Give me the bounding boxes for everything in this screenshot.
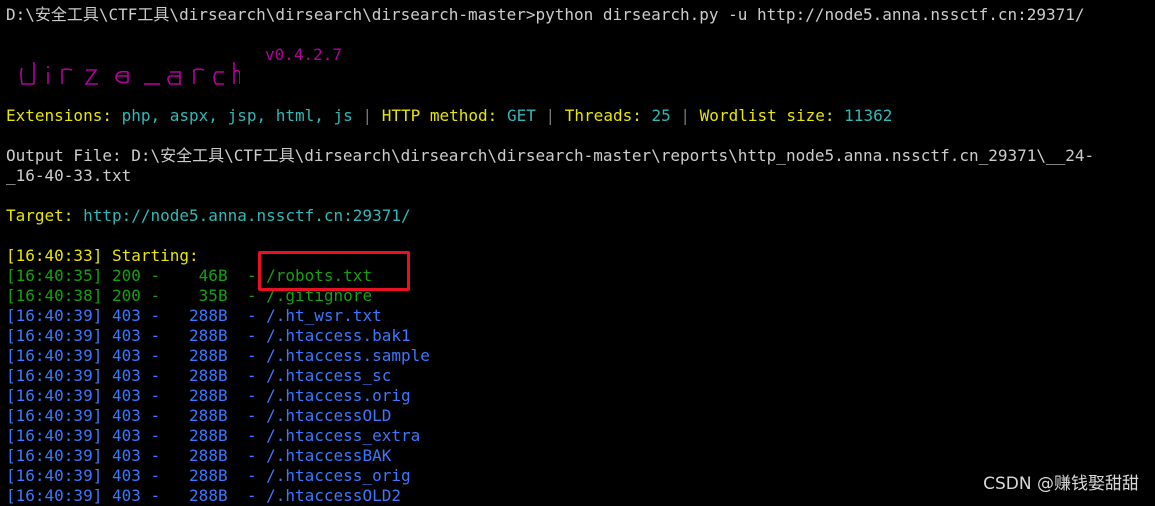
result-status: 403	[111, 486, 141, 505]
result-path: /.htaccess.bak1	[266, 326, 411, 345]
http-method-label: HTTP method:	[381, 106, 498, 125]
result-path: /.htaccessBAK	[266, 446, 392, 465]
terminal-window[interactable]: D:\安全工具\CTF工具\dirsearch\dirsearch\dirsea…	[0, 0, 1155, 505]
threads-label: Threads:	[564, 106, 642, 125]
result-size: 288B	[189, 346, 228, 365]
result-time: [16:40:39]	[6, 386, 103, 405]
result-time: [16:40:39]	[6, 366, 103, 385]
result-status: 403	[111, 446, 141, 465]
result-row: [16:40:39] 403 - 288B - /.htaccess.orig	[6, 386, 411, 405]
robots-txt-highlight-box	[258, 251, 410, 291]
result-size: 46B	[198, 266, 228, 285]
extensions-label: Extensions:	[6, 106, 112, 125]
result-path: /.htaccess_sc	[266, 366, 392, 385]
dirsearch-logo	[20, 62, 240, 85]
result-size: 288B	[189, 366, 228, 385]
result-row: [16:40:39] 403 - 288B - /.htaccessBAK	[6, 446, 392, 465]
version-label: v0.4.2.7	[265, 45, 343, 64]
result-time: [16:40:35]	[6, 266, 103, 285]
separator: |	[680, 106, 691, 125]
target-url: http://node5.anna.nssctf.cn:29371/	[83, 206, 411, 225]
result-status: 403	[111, 406, 141, 425]
result-status: 403	[111, 346, 141, 365]
result-time: [16:40:39]	[6, 446, 103, 465]
extensions-value: php, aspx, jsp, html, js	[121, 106, 353, 125]
result-status: 403	[111, 306, 141, 325]
starting-time: [16:40:33]	[6, 246, 103, 265]
result-status: 403	[111, 426, 141, 445]
result-size: 288B	[189, 326, 228, 345]
result-size: 288B	[189, 486, 228, 505]
wordlist-label: Wordlist size:	[699, 106, 835, 125]
result-size: 288B	[189, 466, 228, 485]
result-time: [16:40:39]	[6, 306, 103, 325]
result-time: [16:40:39]	[6, 346, 103, 365]
csdn-watermark: CSDN @赚钱娶甜甜	[983, 474, 1139, 494]
result-path: /.htaccess_orig	[266, 466, 411, 485]
output-file-line: Output File: D:\安全工具\CTF工具\dirsearch\dir…	[6, 146, 1094, 166]
result-row: [16:40:39] 403 - 288B - /.ht_wsr.txt	[6, 306, 382, 325]
result-row: [16:40:39] 403 - 288B - /.htaccess_sc	[6, 366, 392, 385]
starting-line: [16:40:33] Starting:	[6, 246, 199, 266]
output-file-path-continued: _16-40-33.txt	[6, 166, 132, 185]
wordlist-value: 11362	[844, 106, 893, 125]
result-size: 288B	[189, 426, 228, 445]
result-status: 200	[111, 286, 141, 305]
threads-value: 25	[651, 106, 671, 125]
result-row: [16:40:39] 403 - 288B - /.htaccess.bak1	[6, 326, 411, 345]
result-size: 288B	[189, 406, 228, 425]
output-file-path: D:\安全工具\CTF工具\dirsearch\dirsearch\dirsea…	[131, 146, 1095, 165]
result-path: /.htaccessOLD	[266, 406, 392, 425]
result-row: [16:40:39] 403 - 288B - /.htaccess_extra	[6, 426, 421, 445]
result-time: [16:40:39]	[6, 326, 103, 345]
result-row: [16:40:39] 403 - 288B - /.htaccessOLD	[6, 406, 392, 425]
result-path: /.htaccessOLD2	[266, 486, 401, 505]
result-status: 403	[111, 466, 141, 485]
target-label: Target:	[6, 206, 74, 225]
result-path: /.ht_wsr.txt	[266, 306, 382, 325]
command-prompt-line: D:\安全工具\CTF工具\dirsearch\dirsearch\dirsea…	[6, 5, 1085, 24]
output-file-label: Output File:	[6, 146, 122, 165]
result-row: [16:40:39] 403 - 288B - /.htaccessOLD2	[6, 486, 401, 505]
result-time: [16:40:39]	[6, 466, 103, 485]
http-method-value: GET	[506, 106, 536, 125]
result-path: /.htaccess_extra	[266, 426, 421, 445]
result-status: 200	[111, 266, 141, 285]
result-status: 403	[111, 326, 141, 345]
result-path: /.htaccess.sample	[266, 346, 430, 365]
result-time: [16:40:39]	[6, 486, 103, 505]
starting-text: Starting:	[111, 246, 199, 265]
result-time: [16:40:39]	[6, 426, 103, 445]
result-time: [16:40:39]	[6, 406, 103, 425]
config-line: Extensions: php, aspx, jsp, html, js | H…	[6, 106, 892, 126]
result-status: 403	[111, 386, 141, 405]
separator: |	[362, 106, 373, 125]
result-status: 403	[111, 366, 141, 385]
result-row: [16:40:39] 403 - 288B - /.htaccess.sampl…	[6, 346, 430, 365]
result-size: 35B	[198, 286, 228, 305]
target-line: Target: http://node5.anna.nssctf.cn:2937…	[6, 206, 411, 226]
separator: |	[545, 106, 556, 125]
result-row: [16:40:39] 403 - 288B - /.htaccess_orig	[6, 466, 411, 485]
result-size: 288B	[189, 386, 228, 405]
result-time: [16:40:38]	[6, 286, 103, 305]
result-size: 288B	[189, 446, 228, 465]
result-path: /.htaccess.orig	[266, 386, 411, 405]
result-size: 288B	[189, 306, 228, 325]
